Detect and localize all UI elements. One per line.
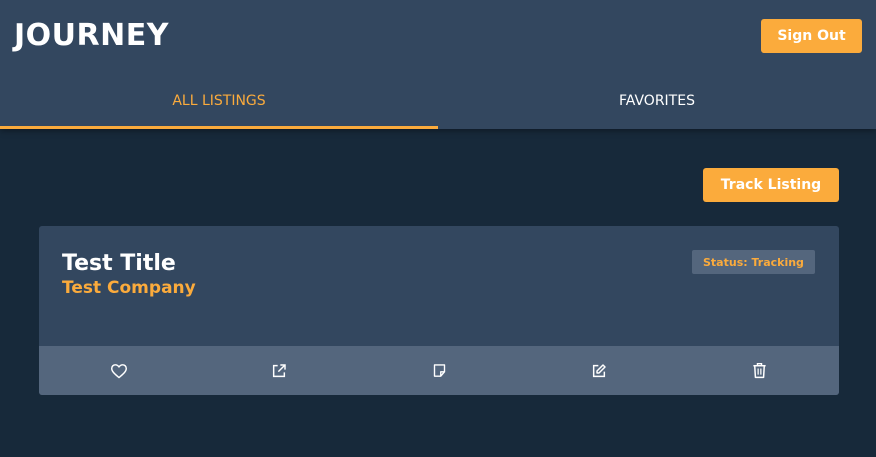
- listing-company: Test Company: [62, 278, 196, 298]
- tab-favorites[interactable]: FAVORITES: [438, 74, 876, 129]
- sign-out-button[interactable]: Sign Out: [761, 19, 862, 53]
- app-header: JOURNEY Sign Out ALL LISTINGS FAVORITES: [0, 0, 876, 129]
- note-icon: [433, 364, 445, 377]
- listing-actions: [39, 346, 839, 395]
- edit-icon: [592, 363, 606, 377]
- tab-bar: ALL LISTINGS FAVORITES: [0, 74, 876, 129]
- delete-button[interactable]: [679, 346, 839, 395]
- listing-card-body: Test Title Test Company Status: Tracking: [39, 226, 839, 346]
- status-badge: Status: Tracking: [692, 250, 815, 274]
- track-listing-button[interactable]: Track Listing: [703, 168, 839, 202]
- external-link-icon: [272, 363, 286, 377]
- notes-button[interactable]: [359, 346, 519, 395]
- favorite-button[interactable]: [39, 346, 199, 395]
- tab-all-listings[interactable]: ALL LISTINGS: [0, 74, 438, 129]
- edit-button[interactable]: [519, 346, 679, 395]
- heart-icon: [110, 363, 127, 378]
- open-link-button[interactable]: [199, 346, 359, 395]
- trash-icon: [752, 363, 766, 379]
- listing-title: Test Title: [62, 251, 176, 276]
- app-title: JOURNEY: [14, 18, 169, 53]
- listing-card: Test Title Test Company Status: Tracking: [39, 226, 839, 395]
